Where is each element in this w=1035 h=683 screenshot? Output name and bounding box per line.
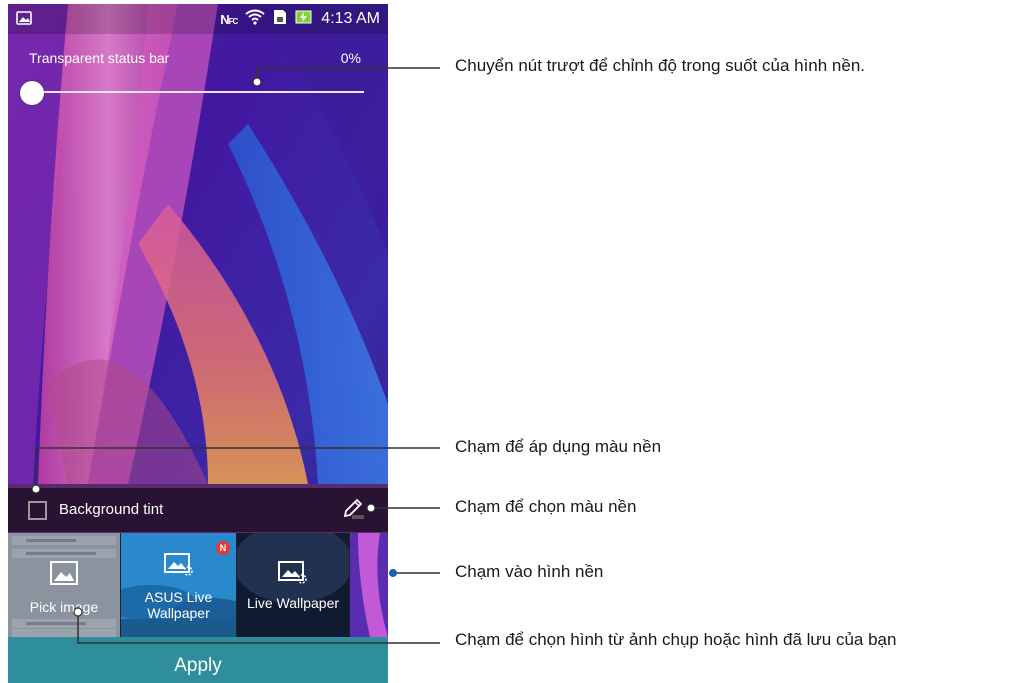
callout-slider-text: Chuyển nút trượt để chỉnh độ trong suốt … — [455, 56, 866, 75]
callout-tint-color-text: Chạm để chọn màu nền — [455, 497, 637, 516]
callout-wallpaper-text: Chạm vào hình nền — [455, 562, 604, 581]
callout-tint-checkbox-text: Chạm để áp dụng màu nền — [455, 437, 662, 456]
callout-pick-image-text: Chạm để chọn hình từ ảnh chụp hoặc hình … — [455, 630, 897, 649]
